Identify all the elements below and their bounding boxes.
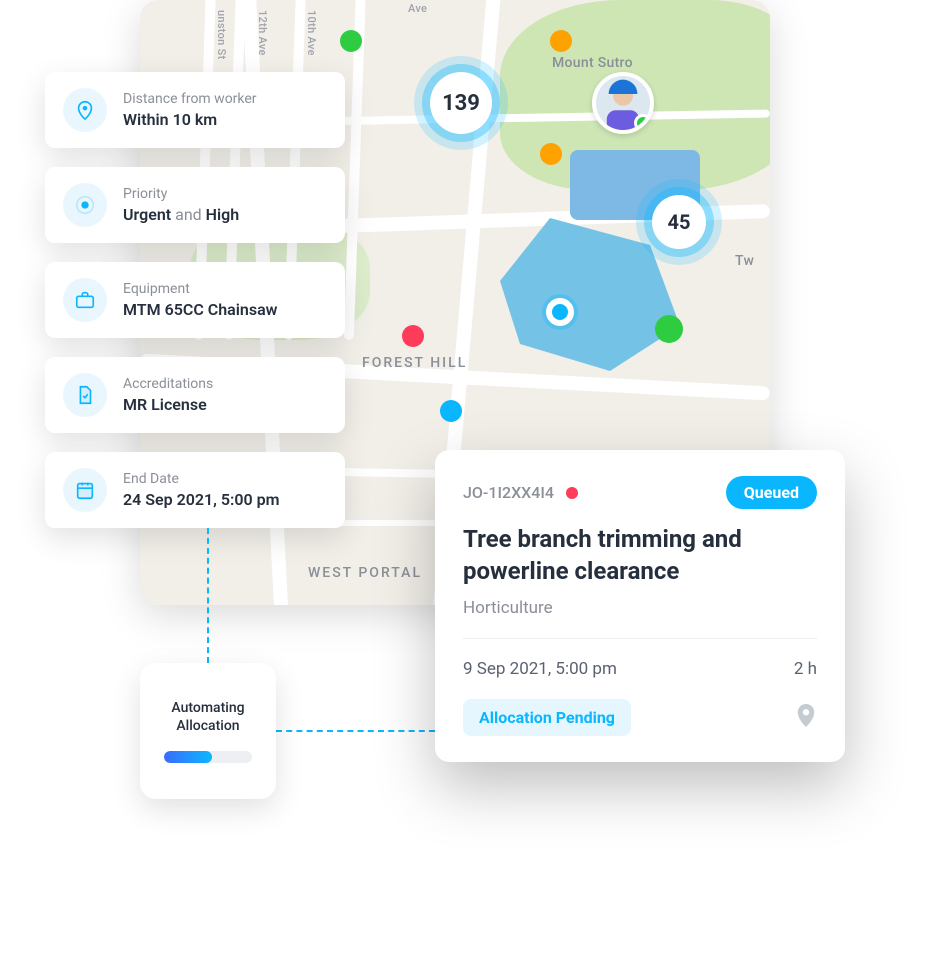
filter-label: Accreditations: [123, 376, 213, 392]
map-marker-cyan[interactable]: [440, 400, 462, 422]
job-duration: 2 h: [794, 659, 817, 679]
filter-accreditations[interactable]: Accreditations MR License: [45, 357, 345, 433]
automation-progress: [164, 751, 252, 763]
location-pin-icon[interactable]: [795, 702, 817, 732]
status-dot-icon: [634, 114, 652, 132]
map-street-label: unston St: [215, 10, 228, 60]
map-label: Mount Sutro: [552, 55, 633, 71]
filter-label: Priority: [123, 186, 239, 202]
filter-value: MTM 65CC Chainsaw: [123, 300, 277, 319]
map-marker-orange[interactable]: [550, 30, 572, 52]
map-label: WEST PORTAL: [305, 565, 425, 581]
filter-end-date[interactable]: End Date 24 Sep 2021, 5:00 pm: [45, 452, 345, 528]
filter-distance[interactable]: Distance from worker Within 10 km: [45, 72, 345, 148]
job-datetime: 9 Sep 2021, 5:00 pm: [463, 659, 617, 679]
job-id: JO-1I2XX4I4: [463, 483, 554, 502]
calendar-icon: [63, 468, 107, 512]
divider: [463, 638, 817, 639]
map-label: Tw: [735, 253, 754, 269]
connector-line: [276, 730, 435, 732]
map-cluster[interactable]: 45: [652, 195, 706, 249]
filter-value: Within 10 km: [123, 110, 257, 129]
connector-line: [207, 528, 209, 663]
filter-value: Urgent and High: [123, 205, 239, 224]
filter-equipment[interactable]: Equipment MTM 65CC Chainsaw: [45, 262, 345, 338]
map-marker-green[interactable]: [340, 30, 362, 52]
map-street-label: 12th Ave: [256, 10, 269, 56]
filter-label: End Date: [123, 471, 280, 487]
document-check-icon: [63, 373, 107, 417]
automation-label: AutomatingAllocation: [171, 699, 244, 735]
map-marker-red[interactable]: [402, 325, 424, 347]
status-badge: Queued: [726, 476, 817, 509]
filter-value: 24 Sep 2021, 5:00 pm: [123, 490, 280, 509]
selected-location-pin-icon[interactable]: [546, 298, 574, 326]
map-label: FOREST HILL: [362, 355, 467, 371]
automation-status-card: AutomatingAllocation: [140, 663, 276, 799]
worker-avatar[interactable]: [592, 72, 654, 134]
job-card[interactable]: JO-1I2XX4I4 Queued Tree branch trimming …: [435, 450, 845, 762]
job-category: Horticulture: [463, 598, 817, 618]
map-pin-icon: [63, 88, 107, 132]
allocation-status-badge: Allocation Pending: [463, 699, 631, 736]
map-street-label: 10th Ave: [305, 10, 318, 56]
priority-dot-icon: [63, 183, 107, 227]
map-street-label: Ave: [408, 2, 427, 15]
filter-label: Equipment: [123, 281, 277, 297]
priority-indicator-icon: [566, 487, 578, 499]
filter-priority[interactable]: Priority Urgent and High: [45, 167, 345, 243]
job-title: Tree branch trimming and powerline clear…: [463, 523, 817, 588]
map-marker-orange[interactable]: [540, 143, 562, 165]
briefcase-icon: [63, 278, 107, 322]
map-cluster[interactable]: 139: [430, 72, 492, 134]
filter-value: MR License: [123, 395, 213, 414]
filter-label: Distance from worker: [123, 91, 257, 107]
map-marker-green[interactable]: [655, 315, 683, 343]
